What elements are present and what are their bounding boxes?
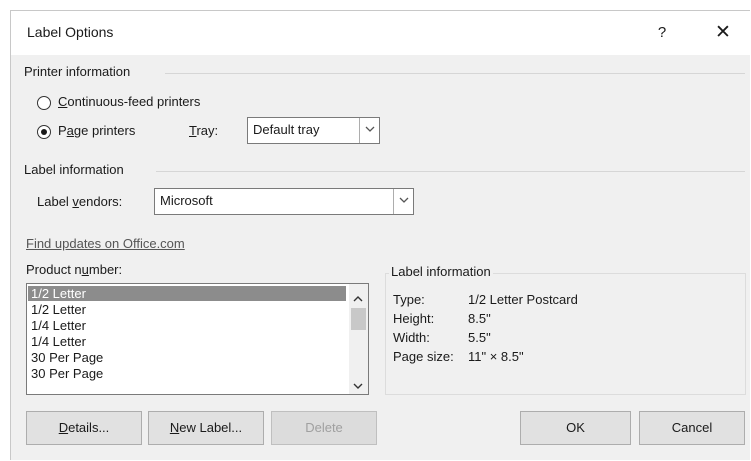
list-item[interactable]: 30 Per Page bbox=[28, 350, 346, 365]
chevron-down-icon[interactable] bbox=[393, 189, 413, 214]
label-vendors-dropdown[interactable]: Microsoft bbox=[154, 188, 414, 215]
scrollbar-thumb[interactable] bbox=[351, 308, 366, 330]
find-updates-link[interactable]: Find updates on Office.com bbox=[26, 236, 185, 251]
title-bar: Label Options ? ✕ bbox=[11, 11, 750, 55]
chevron-down-icon[interactable] bbox=[359, 118, 379, 143]
scroll-up-icon[interactable] bbox=[353, 290, 363, 305]
list-item[interactable]: 30 Per Page bbox=[28, 366, 346, 381]
width-value: 5.5" bbox=[468, 330, 491, 345]
dialog-title: Label Options bbox=[27, 24, 114, 40]
list-item[interactable]: 1/4 Letter bbox=[28, 334, 346, 349]
label-vendors-value: Microsoft bbox=[160, 193, 213, 208]
type-key: Type: bbox=[393, 292, 425, 307]
type-value: 1/2 Letter Postcard bbox=[468, 292, 578, 307]
height-key: Height: bbox=[393, 311, 435, 326]
continuous-feed-label[interactable]: Continuous-feed printers bbox=[58, 94, 200, 109]
tray-value: Default tray bbox=[253, 122, 320, 137]
product-number-label: Product number: bbox=[26, 262, 123, 277]
list-item[interactable]: 1/2 Letter bbox=[28, 302, 346, 317]
product-number-list[interactable]: 1/2 Letter 1/2 Letter 1/4 Letter 1/4 Let… bbox=[26, 283, 369, 395]
page-printers-radio[interactable] bbox=[37, 125, 51, 139]
tray-label: Tray: bbox=[189, 123, 219, 138]
label-information-divider bbox=[156, 171, 745, 172]
list-item[interactable]: 1/4 Letter bbox=[28, 318, 346, 333]
ok-button[interactable]: OK bbox=[520, 411, 631, 445]
label-vendors-label: Label vendors: bbox=[37, 194, 123, 209]
height-value: 8.5" bbox=[468, 311, 491, 326]
tray-dropdown[interactable]: Default tray bbox=[247, 117, 380, 144]
list-item[interactable]: 1/2 Letter bbox=[28, 286, 346, 301]
label-options-dialog: Label Options ? ✕ Printer information Co… bbox=[10, 10, 750, 460]
page-printers-label[interactable]: Page printers bbox=[58, 123, 135, 138]
printer-information-divider bbox=[165, 73, 745, 74]
new-label-button[interactable]: New Label... bbox=[148, 411, 264, 445]
label-details-heading: Label information bbox=[389, 264, 493, 279]
continuous-feed-radio[interactable] bbox=[37, 96, 51, 110]
page-size-value: 11" × 8.5" bbox=[468, 349, 524, 364]
help-button[interactable]: ? bbox=[647, 19, 677, 47]
width-key: Width: bbox=[393, 330, 430, 345]
printer-information-heading: Printer information bbox=[24, 64, 131, 79]
details-button[interactable]: Details... bbox=[26, 411, 142, 445]
page-size-key: Page size: bbox=[393, 349, 454, 364]
label-information-heading: Label information bbox=[24, 162, 124, 177]
delete-button[interactable]: Delete bbox=[271, 411, 377, 445]
cancel-button[interactable]: Cancel bbox=[639, 411, 745, 445]
scroll-down-icon[interactable] bbox=[353, 378, 363, 393]
close-button[interactable]: ✕ bbox=[705, 19, 741, 47]
list-scrollbar[interactable] bbox=[349, 284, 368, 394]
